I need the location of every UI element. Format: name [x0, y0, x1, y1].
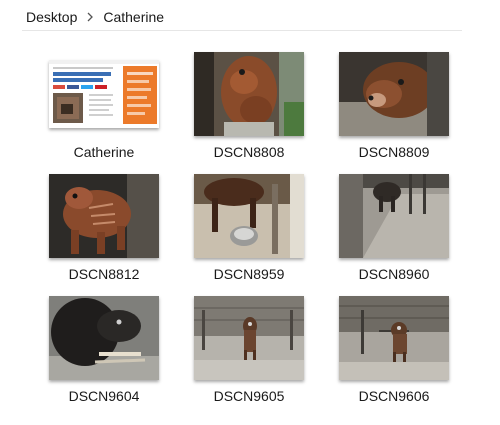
file-tile-dscn8812[interactable]: DSCN8812	[42, 170, 166, 292]
photo-thumbnail	[339, 52, 449, 136]
file-tile-dscn8960[interactable]: DSCN8960	[332, 170, 456, 292]
breadcrumb-desktop[interactable]: Desktop	[26, 9, 77, 25]
photo-thumbnail	[194, 174, 304, 258]
header-divider	[22, 30, 462, 31]
file-tile-dscn9605[interactable]: DSCN9605	[187, 292, 311, 414]
chevron-right-icon[interactable]	[83, 10, 97, 24]
file-grid: Catherine DSCN8808 DSCN8809 DSCN8812 DSC…	[42, 48, 456, 414]
file-name: DSCN9604	[68, 388, 140, 404]
photo-thumbnail	[49, 296, 159, 380]
file-tile-catherine[interactable]: Catherine	[42, 48, 166, 170]
file-name: DSCN9606	[358, 388, 430, 404]
breadcrumb-catherine[interactable]: Catherine	[103, 9, 164, 25]
file-tile-dscn8808[interactable]: DSCN8808	[187, 48, 311, 170]
photo-thumbnail	[194, 52, 304, 136]
document-thumbnail	[49, 60, 159, 128]
file-name: DSCN8812	[68, 266, 140, 282]
file-name: DSCN9605	[213, 388, 285, 404]
file-name: DSCN8960	[358, 266, 430, 282]
photo-thumbnail	[339, 174, 449, 258]
photo-thumbnail	[194, 296, 304, 380]
photo-thumbnail	[49, 174, 159, 258]
breadcrumb: Desktop Catherine	[26, 6, 164, 28]
file-name: DSCN8959	[213, 266, 285, 282]
photo-thumbnail	[339, 296, 449, 380]
file-name: DSCN8809	[358, 144, 430, 160]
file-tile-dscn9604[interactable]: DSCN9604	[42, 292, 166, 414]
file-tile-dscn8959[interactable]: DSCN8959	[187, 170, 311, 292]
file-tile-dscn8809[interactable]: DSCN8809	[332, 48, 456, 170]
file-name: Catherine	[73, 144, 135, 160]
file-tile-dscn9606[interactable]: DSCN9606	[332, 292, 456, 414]
file-name: DSCN8808	[213, 144, 285, 160]
